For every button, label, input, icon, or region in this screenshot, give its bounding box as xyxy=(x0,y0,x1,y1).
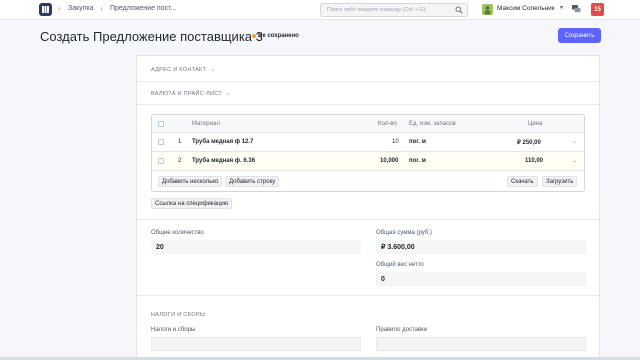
column-header-qty: Кол-во xyxy=(378,121,397,127)
breadcrumb-supplier-quotation[interactable]: Предложение пост... xyxy=(110,5,176,12)
avatar-icon xyxy=(482,4,493,15)
row-checkbox[interactable] xyxy=(158,158,164,164)
taxes-input[interactable] xyxy=(151,337,361,351)
status-badge: Не сохранено xyxy=(258,33,299,39)
form-card: АДРЕС И КОНТАКТ ⌄ ВАЛЮТА И ПРАЙС-ЛИСТ ⌄ Ма… xyxy=(136,55,600,360)
net-weight-field: 0 xyxy=(376,272,586,286)
row-index: 1 xyxy=(178,139,182,145)
search-icon xyxy=(455,6,463,14)
total-qty-field: 20 xyxy=(151,240,361,254)
page-title: Создать Предложение поставщика 3 xyxy=(40,29,263,44)
divider xyxy=(137,219,599,220)
section-address-label: АДРЕС И КОНТАКТ xyxy=(151,67,207,73)
shipping-rule-input[interactable] xyxy=(376,337,586,351)
select-all-checkbox[interactable] xyxy=(158,121,164,127)
row-index: 2 xyxy=(178,158,182,164)
total-qty-label: Общее количество xyxy=(151,230,204,236)
row-qty[interactable]: 10 xyxy=(392,139,399,145)
user-menu[interactable]: Максим Сопельник xyxy=(497,5,555,12)
items-table: Материал Кол-во Ед. изм. запасов Цена 1 … xyxy=(151,114,585,192)
section-currency-price-list[interactable]: ВАЛЮТА И ПРАЙС-ЛИСТ ⌄ xyxy=(151,90,231,97)
avatar[interactable] xyxy=(482,4,493,15)
breadcrumb-buying[interactable]: Закупка xyxy=(68,5,94,12)
section-address-contact[interactable]: АДРЕС И КОНТАКТ ⌄ xyxy=(151,66,216,73)
total-amount-field: ₽ 3.600,00 xyxy=(376,240,586,254)
section-currency-label: ВАЛЮТА И ПРАЙС-ЛИСТ xyxy=(151,91,223,97)
shipping-rule-label: Правило доставки xyxy=(376,327,428,333)
total-amount-label: Общая сумма (руб.) xyxy=(376,230,432,236)
row-uom[interactable]: пог. м xyxy=(409,158,426,164)
search-input[interactable]: Поиск либо введите команду (Ctrl + G) xyxy=(320,3,468,17)
upload-button[interactable]: Загрузить xyxy=(542,176,578,187)
divider xyxy=(137,104,599,105)
divider xyxy=(137,81,599,82)
download-button[interactable]: Скачать xyxy=(507,176,538,187)
row-expand-chevron-icon[interactable]: ⌄ xyxy=(572,138,577,145)
row-item[interactable]: Труба медная ф 12.7 xyxy=(192,139,253,145)
add-row-button[interactable]: Добавить строку xyxy=(225,176,280,187)
row-rate[interactable]: 110,00 xyxy=(525,158,543,164)
column-header-rate: Цена xyxy=(528,121,543,127)
app-logo[interactable] xyxy=(39,3,52,16)
row-item[interactable]: Труба медная ф. 6.36 xyxy=(192,158,255,164)
chevron-down-icon: ⌄ xyxy=(226,91,232,97)
search-placeholder: Поиск либо введите команду (Ctrl + G) xyxy=(327,7,426,13)
status-dot-icon xyxy=(252,34,256,38)
user-menu-caret-icon[interactable]: ▼ xyxy=(559,5,564,11)
table-row[interactable]: 2 Труба медная ф. 6.36 10,000 пог. м 110… xyxy=(152,152,584,171)
divider xyxy=(137,295,599,296)
row-expand-chevron-icon[interactable]: ⌄ xyxy=(572,157,577,164)
column-header-uom: Ед. изм. запасов xyxy=(409,121,456,127)
save-button[interactable]: Сохранить xyxy=(558,28,601,43)
chat-icon[interactable] xyxy=(572,5,581,13)
row-uom[interactable]: пог. м xyxy=(409,139,426,145)
chevron-down-icon: ⌄ xyxy=(210,67,216,73)
taxes-label: Налоги и сборы xyxy=(151,327,196,333)
breadcrumb-chevron-icon: › xyxy=(100,4,103,13)
navbar: › Закупка › Предложение пост... Поиск ли… xyxy=(0,0,640,20)
add-multiple-button[interactable]: Добавить несколько xyxy=(158,176,223,187)
table-row[interactable]: 1 Труба медная ф 12.7 10 пог. м ₽ 250,00… xyxy=(152,133,584,152)
breadcrumb-chevron-icon: › xyxy=(58,4,61,13)
row-rate[interactable]: ₽ 250,00 xyxy=(517,139,541,146)
net-weight-label: Общий вес нетто xyxy=(376,262,424,268)
app-logo-icon xyxy=(42,6,49,13)
section-taxes-charges: НАЛОГИ И СБОРЫ xyxy=(151,312,206,318)
table-header: Материал Кол-во Ед. изм. запасов Цена xyxy=(152,115,584,133)
specification-link-button[interactable]: Ссылка на спецификацию xyxy=(151,198,233,209)
column-header-item: Материал xyxy=(192,121,220,127)
row-qty[interactable]: 10,000 xyxy=(380,158,398,164)
notifications-badge[interactable]: 15 xyxy=(591,3,604,16)
row-checkbox[interactable] xyxy=(158,139,164,145)
